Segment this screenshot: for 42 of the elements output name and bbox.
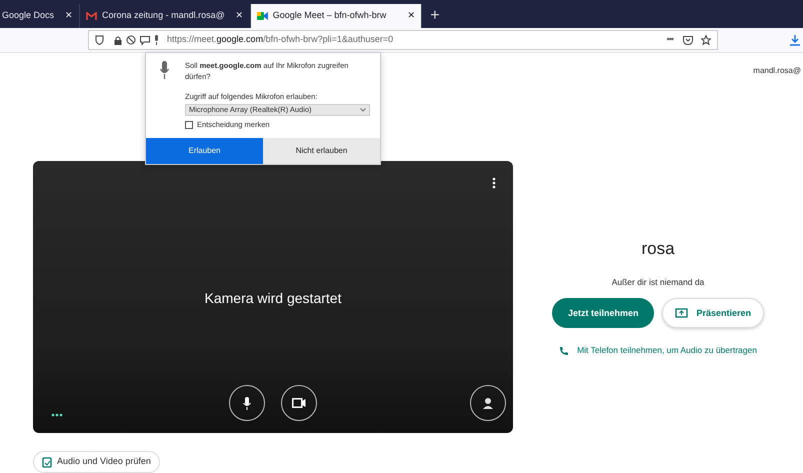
join-button[interactable]: Jetzt teilnehmen: [552, 298, 654, 328]
pocket-icon[interactable]: [683, 36, 693, 44]
mail-icon: [86, 12, 98, 20]
deny-button[interactable]: Nicht erlauben: [263, 138, 380, 164]
camera-button[interactable]: [281, 385, 317, 421]
shield-icon: [95, 35, 104, 45]
phone-icon: [559, 346, 570, 356]
url-text: https://meet.google.com/bfn-ofwh-brw?pli=1&authuser=0: [167, 33, 394, 46]
browser-tab[interactable]: Google Meet – bfn-ofwh-brw ✕: [250, 4, 422, 28]
remember-checkbox[interactable]: [185, 120, 193, 129]
close-icon[interactable]: ✕: [407, 9, 416, 23]
new-tab-button[interactable]: +: [422, 4, 448, 28]
close-icon[interactable]: ✕: [236, 9, 244, 23]
chat-icon: [140, 36, 150, 44]
check-audio-video-button[interactable]: Audio und Video prüfen: [33, 451, 160, 472]
camera-status: Kamera wird gestartet: [204, 289, 342, 308]
effects-button[interactable]: [470, 385, 506, 421]
address-bar[interactable]: https://meet.google.com/bfn-ofwh-brw?pli=1&authuser=0 •••: [88, 30, 718, 50]
page-actions-icon[interactable]: •••: [666, 33, 673, 47]
microphone-icon: [160, 61, 169, 79]
video-camera-icon: [256, 12, 268, 20]
close-icon[interactable]: ✕: [65, 9, 74, 23]
star-icon[interactable]: [701, 35, 711, 45]
blocked-media-icon: [126, 35, 136, 45]
person-icon: [481, 396, 495, 410]
clipboard-icon: [42, 456, 52, 468]
more-options-icon[interactable]: [492, 177, 496, 189]
microphone-icon[interactable]: [154, 35, 159, 45]
participants-info: Außer dir ist niemand da: [612, 276, 704, 288]
video-camera-icon: [292, 398, 306, 408]
phone-join-link[interactable]: Mit Telefon teilnehmen, um Audio zu übertragen: [577, 344, 757, 357]
allow-button[interactable]: Erlauben: [146, 138, 263, 164]
present-button[interactable]: Präsentieren: [662, 298, 764, 328]
user-name: rosa: [641, 238, 675, 260]
caret-icon: [360, 108, 366, 112]
dots-icon: [51, 413, 63, 417]
account-email: mandl.rosa@: [753, 65, 801, 77]
microphone-button[interactable]: [229, 385, 265, 421]
download-icon[interactable]: [790, 34, 800, 46]
microphone-icon: [243, 396, 251, 410]
lock-icon: [114, 36, 122, 44]
present-icon: [675, 308, 688, 318]
